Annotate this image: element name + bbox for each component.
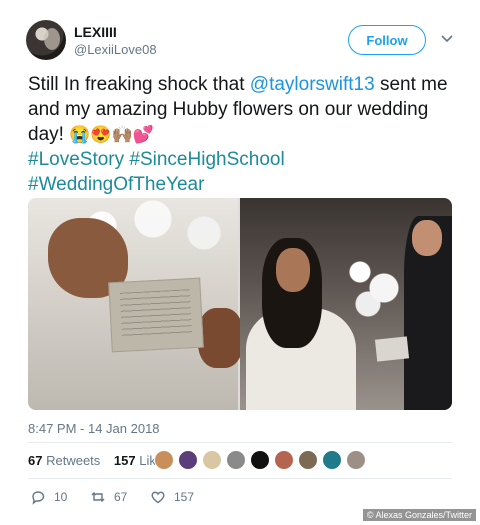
retweet-count[interactable]: 67: [28, 453, 42, 468]
reply-icon: [32, 491, 45, 505]
note-card-image: [374, 336, 410, 362]
like-count-action: 157: [174, 490, 195, 504]
liker-avatar[interactable]: [154, 450, 174, 470]
tweet-header: LEXIIII @LexiiLove08 Follow: [26, 20, 466, 64]
bride-face-image: [276, 248, 310, 292]
liker-avatar[interactable]: [274, 450, 294, 470]
retweet-label[interactable]: Retweets: [46, 453, 100, 468]
liker-avatar[interactable]: [226, 450, 246, 470]
retweet-count-action: 67: [114, 490, 128, 504]
tweet-text: Still In freaking shock that @taylorswif…: [28, 72, 458, 197]
hashtag-group: #LoveStory #SinceHighSchool #WeddingOfTh…: [28, 147, 458, 197]
like-button[interactable]: 157: [150, 489, 194, 505]
reply-count: 10: [54, 490, 68, 504]
media-gallery: [28, 198, 452, 410]
hashtag-link[interactable]: #SinceHighSchool: [129, 149, 284, 170]
liker-avatar[interactable]: [298, 450, 318, 470]
hand-image: [198, 308, 243, 368]
hashtag-link[interactable]: #WeddingOfTheYear: [28, 174, 204, 195]
heart-icon: [151, 491, 165, 504]
tweet-card: LEXIIII @LexiiLove08 Follow Still In fre…: [0, 0, 480, 525]
tweet-actions: 10 67 157: [30, 489, 330, 507]
mention-link[interactable]: @taylorswift13: [250, 74, 375, 95]
divider: [28, 442, 452, 443]
liker-avatar[interactable]: [322, 450, 342, 470]
retweet-button[interactable]: 67: [90, 489, 127, 505]
divider: [28, 478, 452, 479]
avatar[interactable]: [26, 20, 66, 60]
tweet-timestamp[interactable]: 8:47 PM - 14 Jan 2018: [28, 421, 160, 436]
reply-button[interactable]: 10: [30, 489, 67, 505]
image-credit: © Alexas Gonzales/Twitter: [362, 509, 476, 521]
liker-avatar[interactable]: [346, 450, 366, 470]
user-handle[interactable]: @LexiiLove08: [74, 42, 157, 57]
liker-avatar[interactable]: [178, 450, 198, 470]
photo-card-closeup[interactable]: [28, 198, 243, 410]
hashtag-link[interactable]: #LoveStory: [28, 149, 124, 170]
like-count[interactable]: 157: [114, 453, 136, 468]
photo-couple[interactable]: [240, 198, 452, 410]
groom-face-image: [412, 220, 442, 256]
chevron-down-icon[interactable]: [440, 32, 454, 46]
emoji-group: 😭😍🙌🏽💕: [69, 125, 154, 144]
liker-avatar[interactable]: [250, 450, 270, 470]
user-name[interactable]: LEXIIII: [74, 24, 117, 40]
liker-avatar[interactable]: [202, 450, 222, 470]
note-card-image: [108, 277, 204, 353]
engagement-stats: 67 Retweets 157 Likes: [28, 453, 170, 468]
retweet-icon: [91, 492, 105, 502]
follow-button[interactable]: Follow: [348, 25, 426, 55]
tweet-text-part: Still In freaking shock that: [28, 74, 250, 95]
